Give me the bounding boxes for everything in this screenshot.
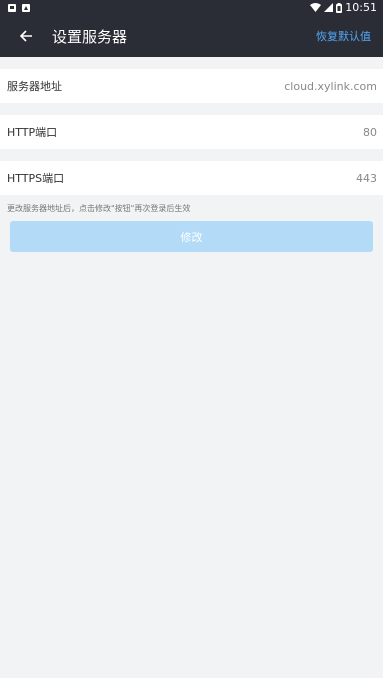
modify-button[interactable]: 修改 xyxy=(10,221,373,252)
http-port-label: HTTP端口 xyxy=(7,126,58,139)
https-port-row[interactable]: HTTPS端口 443 xyxy=(0,161,383,195)
restore-defaults-button[interactable]: 恢复默认值 xyxy=(316,15,371,57)
app-icon xyxy=(22,3,30,12)
arrow-left-icon xyxy=(19,30,32,42)
app-bar: 设置服务器 恢复默认值 xyxy=(0,15,383,57)
battery-icon xyxy=(336,2,343,13)
status-bar: 10:51 xyxy=(0,0,383,15)
http-port-value: 80 xyxy=(363,125,377,139)
https-port-value: 443 xyxy=(356,171,377,185)
server-address-label: 服务器地址 xyxy=(7,80,62,93)
http-port-row[interactable]: HTTP端口 80 xyxy=(0,115,383,149)
server-address-row[interactable]: 服务器地址 cloud.xylink.com xyxy=(0,69,383,103)
hint-text: 更改服务器地址后，点击修改"按钮"再次登录后生效 xyxy=(7,204,191,213)
wifi-icon xyxy=(310,3,322,12)
settings-content: 服务器地址 cloud.xylink.com HTTP端口 80 HTTPS端口… xyxy=(0,57,383,252)
https-port-label: HTTPS端口 xyxy=(7,172,65,185)
back-button[interactable] xyxy=(0,15,52,57)
notification-icon xyxy=(8,3,16,12)
signal-icon xyxy=(324,3,334,12)
page-title: 设置服务器 xyxy=(52,27,128,46)
server-address-value: cloud.xylink.com xyxy=(284,79,377,93)
status-time: 10:51 xyxy=(345,1,377,14)
